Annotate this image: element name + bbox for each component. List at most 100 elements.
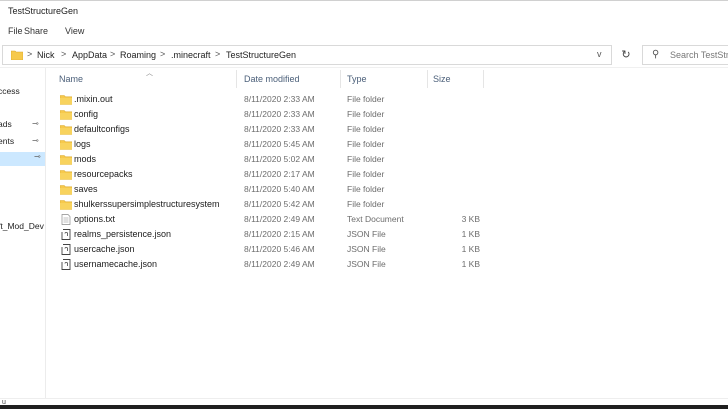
file-row[interactable]: logs 8/11/2020 5:45 AM File folder — [46, 137, 728, 152]
nav-item-mod-dev[interactable]: ft_Mod_Dev — [0, 221, 44, 235]
column-name[interactable]: Name — [59, 74, 83, 84]
file-type: File folder — [347, 199, 385, 209]
address-bar[interactable]: > Nick > AppData > Roaming > .minecraft … — [2, 45, 612, 65]
breadcrumb-teststructuregen[interactable]: TestStructureGen — [226, 50, 296, 60]
file-date: 8/11/2020 2:33 AM — [244, 109, 315, 119]
column-type[interactable]: Type — [347, 74, 367, 84]
breadcrumb-appdata[interactable]: AppData — [72, 50, 107, 60]
file-type: Text Document — [347, 214, 404, 224]
search-icon: ⚲ — [652, 49, 660, 60]
file-type: File folder — [347, 124, 385, 134]
nav-item-downloads[interactable]: ads ⊸ — [0, 119, 39, 133]
tab-file[interactable]: File — [8, 26, 23, 36]
nav-item-selected[interactable]: ⊸ — [0, 152, 45, 166]
file-date: 8/11/2020 2:17 AM — [244, 169, 315, 179]
file-type: JSON File — [347, 229, 386, 239]
folder-icon — [11, 50, 23, 60]
pin-icon: ⊸ — [32, 136, 39, 145]
breadcrumb-separator[interactable]: > — [160, 49, 165, 59]
folder-icon — [59, 124, 73, 135]
json-file-icon — [60, 229, 72, 240]
window-border — [0, 405, 728, 409]
file-row[interactable]: mods 8/11/2020 5:02 AM File folder — [46, 152, 728, 167]
file-name: config — [74, 109, 99, 119]
file-type: File folder — [347, 139, 385, 149]
nav-item-label: ft_Mod_Dev — [0, 221, 44, 231]
folder-icon — [59, 109, 73, 120]
file-row[interactable]: usernamecache.json 8/11/2020 2:49 AM JSON … — [46, 257, 728, 272]
folder-icon — [59, 184, 73, 195]
column-divider[interactable] — [236, 70, 237, 88]
breadcrumb-separator[interactable]: > — [61, 49, 66, 59]
nav-item-label: ents — [0, 136, 15, 146]
file-size: 1 KB — [461, 259, 480, 269]
breadcrumb-separator[interactable]: > — [110, 49, 115, 59]
file-date: 8/11/2020 5:45 AM — [244, 139, 315, 149]
file-row[interactable]: realms_persistence.json 8/11/2020 2:15 AM… — [46, 227, 728, 242]
file-row[interactable]: options.txt 8/11/2020 2:49 AM Text Documen… — [46, 212, 728, 227]
file-row[interactable]: config 8/11/2020 2:33 AM File folder — [46, 107, 728, 122]
file-name: saves — [74, 184, 98, 194]
file-name: defaultconfigs — [74, 124, 130, 134]
file-date: 8/11/2020 5:46 AM — [244, 244, 315, 254]
column-date-modified[interactable]: Date modified — [244, 74, 300, 84]
tab-view[interactable]: View — [65, 26, 84, 36]
folder-icon — [59, 154, 73, 165]
chevron-down-icon[interactable]: v — [597, 49, 602, 59]
folder-icon — [59, 94, 73, 105]
file-row[interactable]: usercache.json 8/11/2020 5:46 AM JSON File… — [46, 242, 728, 257]
folder-icon — [59, 199, 73, 210]
pin-icon: ⊸ — [34, 152, 41, 161]
breadcrumb-roaming[interactable]: Roaming — [120, 50, 156, 60]
nav-item-label: ccess — [0, 86, 20, 96]
file-size: 3 KB — [461, 214, 480, 224]
breadcrumb-separator: > — [27, 49, 33, 59]
tab-share[interactable]: Share — [24, 26, 48, 36]
nav-item-label: ads — [0, 119, 12, 129]
file-name: shulkerssupersimplestructuresystem — [74, 199, 220, 209]
column-size[interactable]: Size — [433, 74, 451, 84]
file-row[interactable]: defaultconfigs 8/11/2020 2:33 AM File fold… — [46, 122, 728, 137]
nav-item-documents[interactable]: ents ⊸ — [0, 136, 39, 150]
file-name: realms_persistence.json — [74, 229, 172, 239]
file-type: File folder — [347, 184, 385, 194]
text-file-icon — [60, 214, 72, 225]
file-date: 8/11/2020 5:42 AM — [244, 199, 315, 209]
file-type: File folder — [347, 169, 385, 179]
breadcrumb-minecraft[interactable]: .minecraft — [171, 50, 211, 60]
json-file-icon — [60, 244, 72, 255]
search-placeholder: Search TestStru — [670, 50, 728, 60]
file-date: 8/11/2020 5:02 AM — [244, 154, 315, 164]
refresh-icon[interactable]: ↻ — [616, 45, 636, 65]
file-date: 8/11/2020 2:15 AM — [244, 229, 315, 239]
file-row[interactable]: saves 8/11/2020 5:40 AM File folder — [46, 182, 728, 197]
file-name: .mixin.out — [74, 94, 113, 104]
breadcrumb-separator[interactable]: > — [215, 49, 220, 59]
file-date: 8/11/2020 2:33 AM — [244, 94, 315, 104]
search-input[interactable]: ⚲ Search TestStru — [642, 45, 728, 65]
breadcrumb-nick[interactable]: Nick — [37, 50, 55, 60]
file-type: File folder — [347, 154, 385, 164]
file-row[interactable]: resourcepacks 8/11/2020 2:17 AM File folde… — [46, 167, 728, 182]
file-type: JSON File — [347, 259, 386, 269]
file-type: JSON File — [347, 244, 386, 254]
column-divider[interactable] — [427, 70, 428, 88]
file-name: options.txt — [74, 214, 116, 224]
file-date: 8/11/2020 2:49 AM — [244, 259, 315, 269]
title-bar: TestStructureGen — [0, 0, 728, 22]
file-row[interactable]: shulkerssupersimplestructuresystem 8/11/2… — [46, 197, 728, 212]
column-divider[interactable] — [340, 70, 341, 88]
file-date: 8/11/2020 2:33 AM — [244, 124, 315, 134]
file-name: logs — [74, 139, 91, 149]
window-title: TestStructureGen — [8, 6, 79, 16]
file-type: File folder — [347, 109, 385, 119]
column-divider[interactable] — [483, 70, 484, 88]
pin-icon: ⊸ — [32, 119, 39, 128]
file-date: 8/11/2020 2:49 AM — [244, 214, 315, 224]
ribbon-tabs: File Share View — [0, 22, 728, 42]
file-type: File folder — [347, 94, 385, 104]
file-size: 1 KB — [461, 244, 480, 254]
folder-icon — [59, 139, 73, 150]
file-row[interactable]: .mixin.out 8/11/2020 2:33 AM File folder — [46, 92, 728, 107]
nav-item-quick-access[interactable]: ccess — [0, 86, 20, 100]
